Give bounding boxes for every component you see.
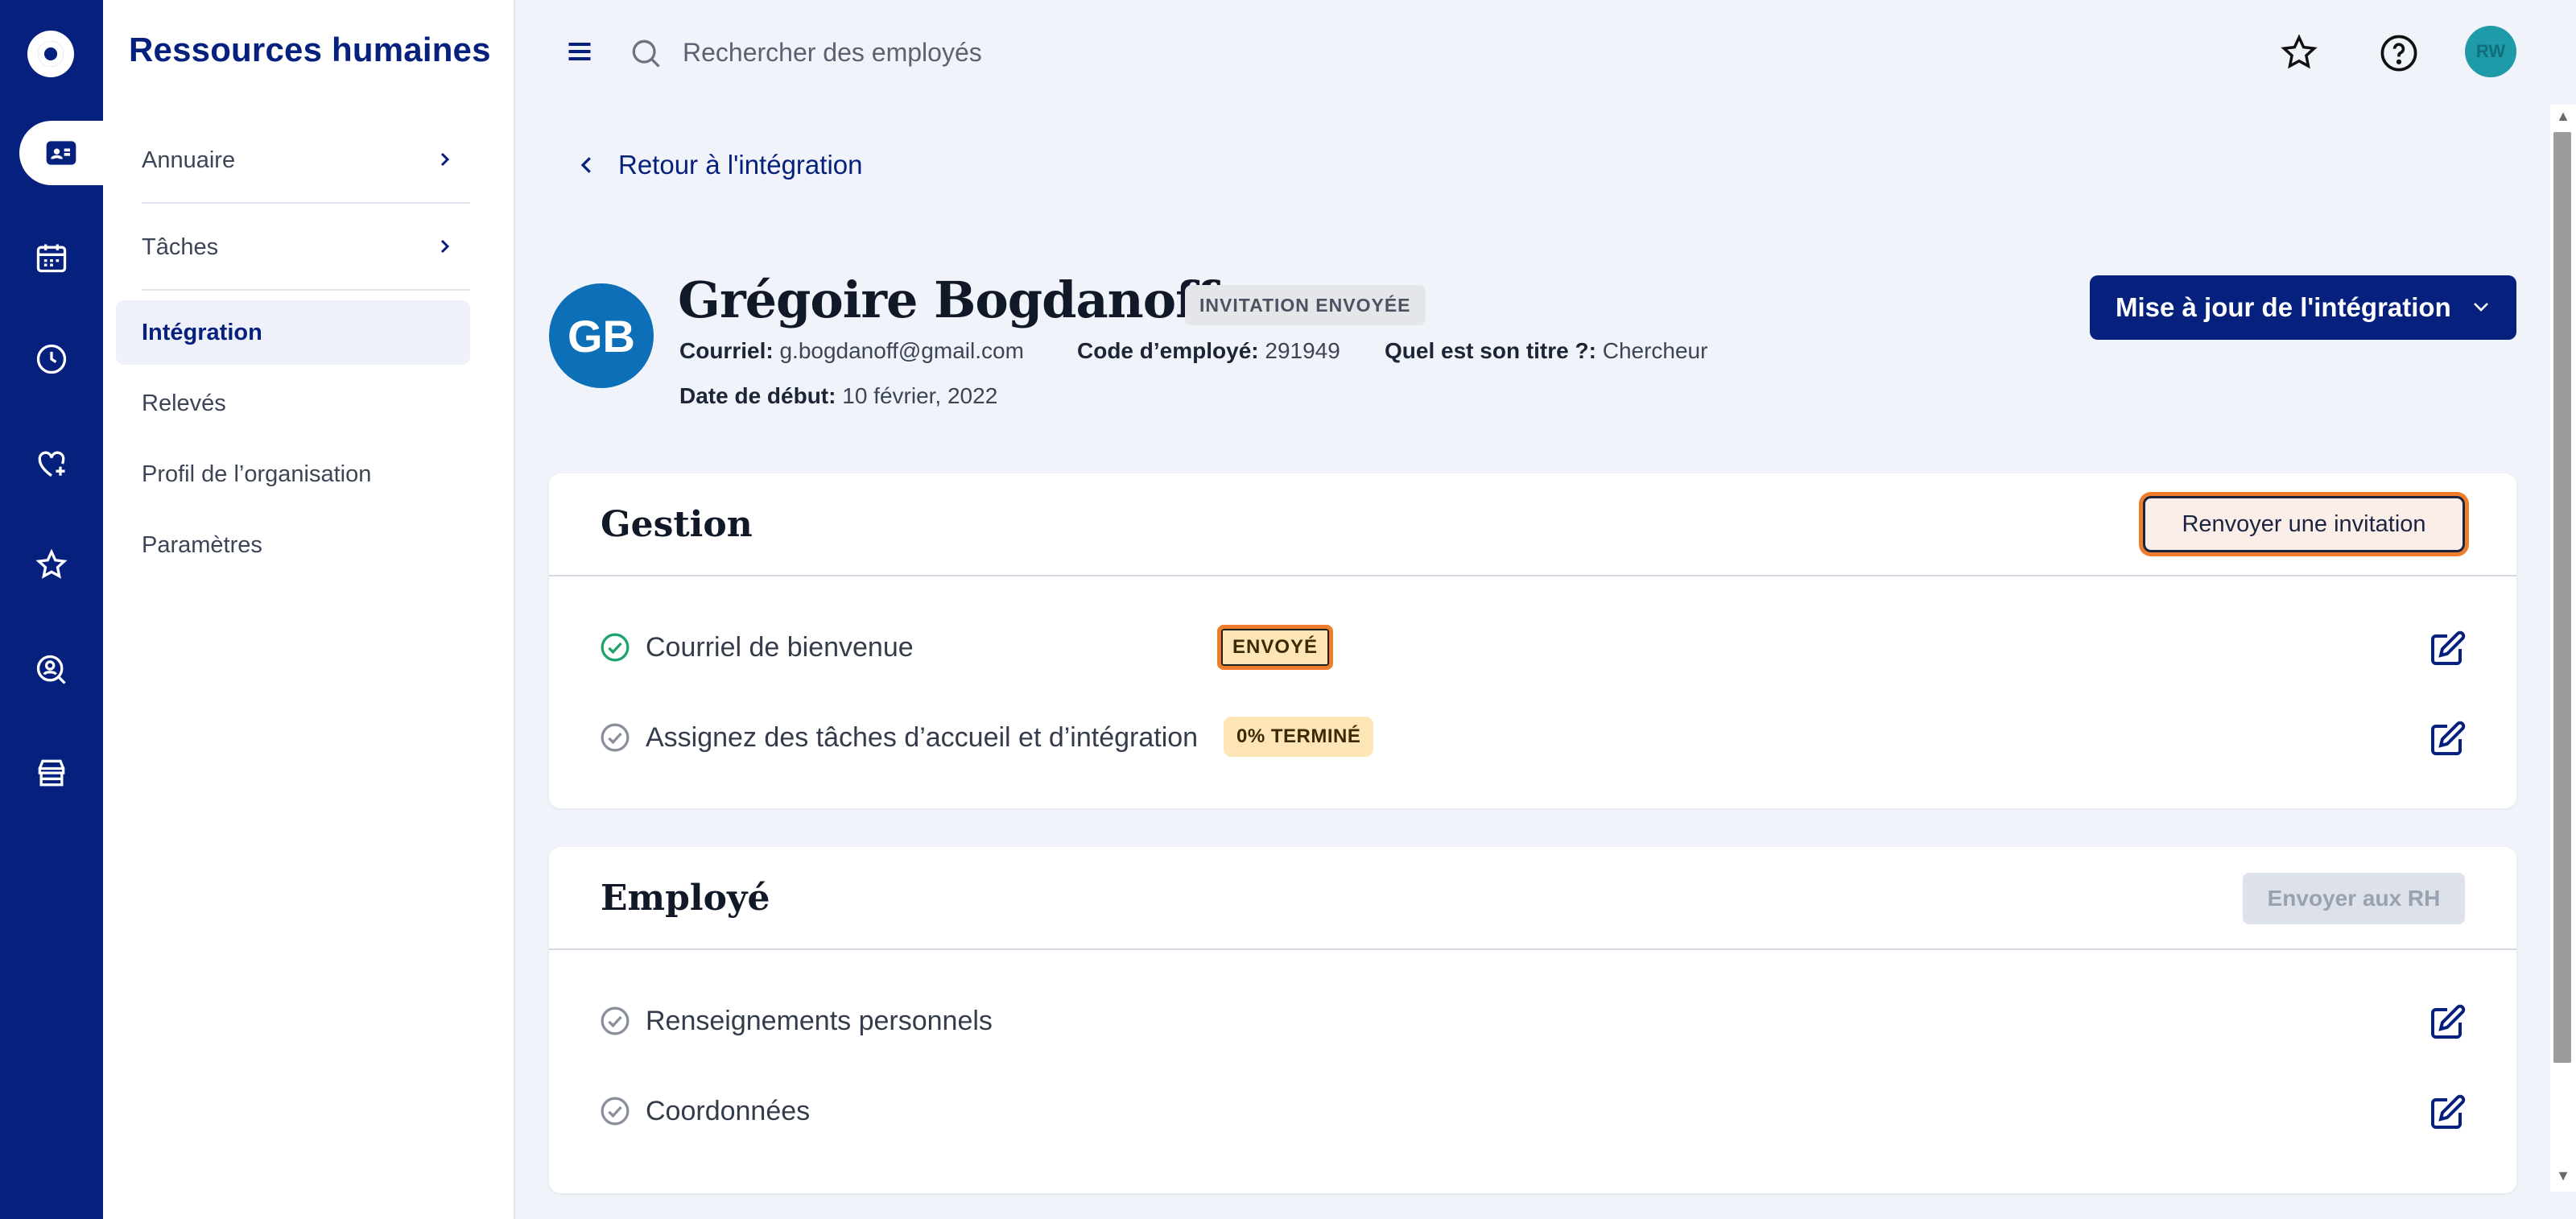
card-title: Employé bbox=[601, 878, 770, 919]
update-integration-label: Mise à jour de l'intégration bbox=[2116, 292, 2451, 322]
email-label: Courriel: bbox=[679, 338, 774, 363]
start-value: 10 février, 2022 bbox=[842, 383, 998, 408]
employee-start-date: Date de début: 10 février, 2022 bbox=[679, 383, 997, 409]
list-item-label: Coordonnées bbox=[646, 1095, 811, 1126]
clock-icon[interactable] bbox=[0, 327, 103, 391]
list-item: Renseignements personnels bbox=[599, 997, 2467, 1045]
sidebar-item-annuaire[interactable]: Annuaire bbox=[116, 127, 470, 193]
search-input[interactable] bbox=[683, 31, 1246, 74]
edit-icon[interactable] bbox=[2428, 1003, 2467, 1042]
sidebar-item-profil-organisation[interactable]: Profil de l’organisation bbox=[116, 441, 470, 507]
section-title: Ressources humaines bbox=[129, 31, 491, 68]
employee-code: Code d’employé: 291949 bbox=[1077, 338, 1340, 364]
send-to-hr-button[interactable]: Envoyer aux RH bbox=[2243, 873, 2465, 924]
list-item: Courriel de bienvenue bbox=[599, 623, 2467, 671]
update-integration-button[interactable]: Mise à jour de l'intégration bbox=[2090, 275, 2516, 340]
code-label: Code d’employé: bbox=[1077, 338, 1259, 363]
back-link[interactable]: Retour à l'intégration bbox=[575, 150, 862, 180]
logo-icon[interactable] bbox=[27, 31, 74, 77]
chevron-left-icon bbox=[580, 157, 591, 173]
chevron-right-icon bbox=[440, 152, 450, 167]
divider bbox=[549, 575, 2516, 576]
edit-icon[interactable] bbox=[2428, 1093, 2467, 1132]
store-icon[interactable] bbox=[0, 741, 103, 805]
list-item-label: Renseignements personnels bbox=[646, 1005, 993, 1036]
sidebar-item-parametres[interactable]: Paramètres bbox=[116, 512, 470, 578]
top-bar: RW bbox=[515, 0, 2576, 105]
chevron-down-icon bbox=[2474, 303, 2488, 312]
sidebar-item-label: Relevés bbox=[142, 390, 226, 416]
back-link-label: Retour à l'intégration bbox=[618, 150, 863, 180]
help-icon[interactable] bbox=[2378, 32, 2420, 74]
employee-avatar: GB bbox=[549, 283, 654, 388]
employee-title: Quel est son titre ?: Chercheur bbox=[1385, 338, 1707, 364]
sidebar-item-label: Profil de l’organisation bbox=[142, 461, 372, 487]
employee-email: Courriel: g.bogdanoff@gmail.com bbox=[679, 338, 1024, 364]
employee-name: Grégoire Bogdanoff bbox=[678, 271, 1217, 329]
code-value: 291949 bbox=[1265, 338, 1340, 363]
star-icon[interactable] bbox=[0, 533, 103, 597]
list-item-label: Courriel de bienvenue bbox=[646, 631, 914, 663]
sidebar-item-integration[interactable]: Intégration bbox=[116, 300, 470, 365]
edit-icon[interactable] bbox=[2428, 630, 2467, 668]
heart-plus-icon[interactable] bbox=[0, 432, 103, 496]
sent-badge: ENVOYÉ bbox=[1217, 625, 1333, 670]
scrollbar-thumb[interactable] bbox=[2553, 132, 2571, 1063]
edit-icon[interactable] bbox=[2428, 720, 2467, 758]
start-label: Date de début: bbox=[679, 383, 836, 408]
hr-sidebar: Ressources humaines Annuaire Tâches Inté… bbox=[103, 0, 515, 1219]
status-badge: INVITATION ENVOYÉE bbox=[1185, 285, 1426, 325]
person-search-icon[interactable] bbox=[0, 638, 103, 702]
employe-card: Employé Envoyer aux RH Renseignements pe… bbox=[549, 847, 2516, 1193]
progress-badge: 0% TERMINÉ bbox=[1224, 717, 1374, 757]
people-card-icon[interactable] bbox=[19, 121, 103, 185]
sidebar-item-taches[interactable]: Tâches bbox=[116, 214, 470, 280]
chevron-right-icon bbox=[440, 239, 450, 254]
list-item: Assignez des tâches d’accueil et d’intég… bbox=[599, 713, 2467, 762]
title-label: Quel est son titre ?: bbox=[1385, 338, 1596, 363]
card-title: Gestion bbox=[601, 504, 753, 545]
sidebar-item-label: Intégration bbox=[142, 319, 262, 345]
check-circle-icon bbox=[601, 633, 630, 662]
scroll-up-icon[interactable]: ▲ bbox=[2555, 108, 2571, 124]
menu-icon[interactable] bbox=[564, 37, 596, 66]
divider bbox=[549, 948, 2516, 950]
list-item: Coordonnées bbox=[599, 1087, 2467, 1135]
email-value: g.bogdanoff@gmail.com bbox=[779, 338, 1024, 363]
divider bbox=[142, 202, 470, 204]
user-avatar[interactable]: RW bbox=[2465, 26, 2516, 77]
divider bbox=[142, 289, 470, 291]
check-circle-icon bbox=[601, 1097, 630, 1126]
calendar-icon[interactable] bbox=[0, 225, 103, 290]
sidebar-item-label: Paramètres bbox=[142, 531, 262, 558]
sidebar-item-label: Annuaire bbox=[142, 147, 236, 173]
scroll-down-icon[interactable]: ▼ bbox=[2555, 1167, 2571, 1184]
sidebar-item-label: Tâches bbox=[142, 233, 219, 260]
title-value: Chercheur bbox=[1602, 338, 1708, 363]
sidebar-item-releves[interactable]: Relevés bbox=[116, 370, 470, 436]
check-circle-icon bbox=[601, 1006, 630, 1035]
star-icon[interactable] bbox=[2278, 32, 2320, 74]
list-item-label: Assignez des tâches d’accueil et d’intég… bbox=[646, 721, 1199, 753]
gestion-card: Gestion Renvoyer une invitation Courriel… bbox=[549, 473, 2516, 808]
check-circle-icon bbox=[601, 723, 630, 752]
resend-invitation-button[interactable]: Renvoyer une invitation bbox=[2143, 496, 2465, 552]
search-icon bbox=[632, 39, 660, 68]
app-rail bbox=[0, 0, 103, 1219]
